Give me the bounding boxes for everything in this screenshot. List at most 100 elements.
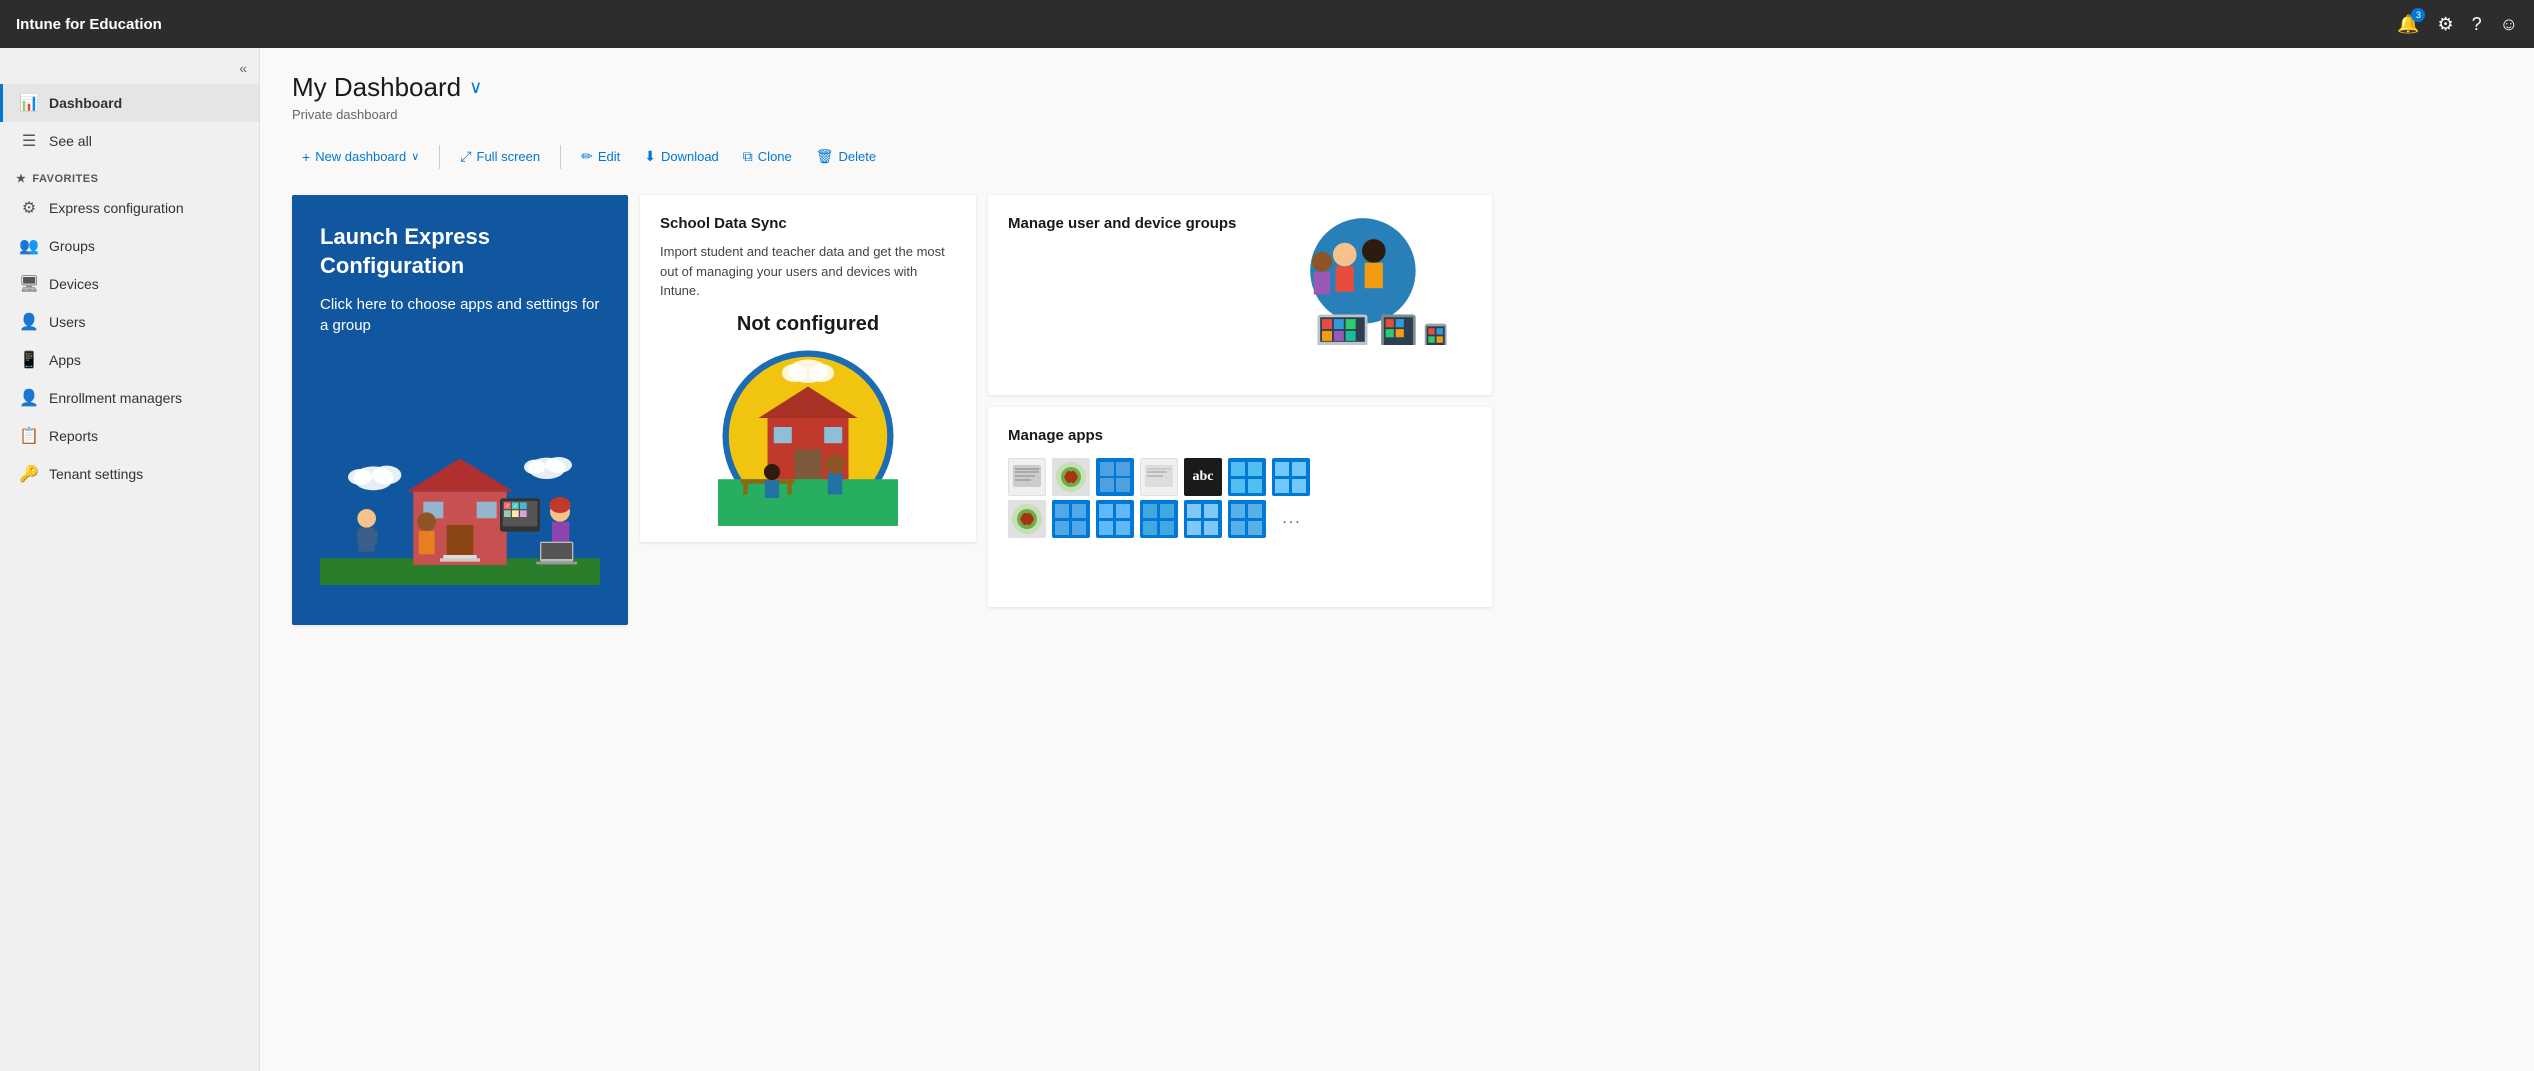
topbar-icons: 🔔 3 ⚙ ? ☺	[2397, 14, 2518, 35]
app-tile-6	[1228, 458, 1266, 496]
sidebar-item-groups-label: Groups	[49, 238, 95, 254]
download-label: Download	[661, 149, 719, 164]
clone-icon: ⧉	[743, 148, 753, 165]
app-tile-5: abc	[1184, 458, 1222, 496]
clone-label: Clone	[758, 149, 792, 164]
sidebar-item-enrollment[interactable]: 👤 Enrollment managers	[0, 379, 259, 417]
feedback-icon[interactable]: ☺	[2500, 14, 2518, 35]
sidebar-item-express-label: Express configuration	[49, 200, 184, 216]
new-dashboard-label: New dashboard	[315, 149, 406, 164]
sidebar-collapse-row: «	[0, 56, 259, 84]
svg-text:✓: ✓	[505, 504, 509, 510]
sidebar-item-tenant-label: Tenant settings	[49, 466, 143, 482]
sidebar-item-see-all-label: See all	[49, 133, 92, 149]
apps-icon: 📱	[19, 350, 39, 370]
launch-express-title: Launch Express Configuration	[320, 223, 600, 280]
page-header: My Dashboard ∨ Private dashboard	[292, 72, 2502, 122]
sidebar-item-users[interactable]: 👤 Users	[0, 303, 259, 341]
app-tile-4	[1140, 458, 1178, 496]
devices-icon: 🖥	[19, 274, 39, 294]
express-config-icon: ⚙	[19, 198, 39, 218]
full-screen-label: Full screen	[477, 149, 541, 164]
download-button[interactable]: ⬇ Download	[634, 142, 729, 171]
middle-column: School Data Sync Import student and teac…	[640, 195, 976, 625]
sidebar-item-apps[interactable]: 📱 Apps	[0, 341, 259, 379]
new-dashboard-chevron-icon: ∨	[411, 150, 419, 163]
delete-button[interactable]: 🗑 Delete	[806, 142, 886, 171]
sidebar: « 📊 Dashboard ☰ See all ★ FAVORITES ⚙ Ex…	[0, 48, 260, 1071]
dashboard-grid: Launch Express Configuration Click here …	[292, 195, 1492, 625]
launch-express-card[interactable]: Launch Express Configuration Click here …	[292, 195, 628, 625]
page-title-row: My Dashboard ∨	[292, 72, 2502, 103]
page-title-chevron-icon[interactable]: ∨	[469, 77, 482, 98]
manage-groups-title: Manage user and device groups	[1008, 215, 1272, 232]
app-tile-9	[1008, 500, 1046, 538]
star-icon: ★	[16, 172, 26, 185]
school-sync-svg	[718, 346, 898, 526]
topbar: Intune for Education 🔔 3 ⚙ ? ☺	[0, 0, 2534, 48]
app-tile-7	[1272, 458, 1310, 496]
toolbar-divider-1	[439, 145, 440, 169]
sidebar-item-dashboard-label: Dashboard	[49, 95, 122, 111]
sidebar-item-tenant-settings[interactable]: 🔑 Tenant settings	[0, 455, 259, 493]
right-column: Manage user and device groups	[988, 195, 1492, 625]
users-icon: 👤	[19, 312, 39, 332]
school-data-sync-card[interactable]: School Data Sync Import student and teac…	[640, 195, 976, 542]
page-title: My Dashboard	[292, 72, 461, 103]
sidebar-item-devices-label: Devices	[49, 276, 99, 292]
collapse-button[interactable]: «	[239, 60, 247, 76]
svg-text:✓: ✓	[513, 504, 517, 510]
see-all-icon: ☰	[19, 131, 39, 151]
manage-groups-svg	[1272, 215, 1472, 345]
dashboard-icon: 📊	[19, 93, 39, 113]
page-subtitle: Private dashboard	[292, 107, 2502, 122]
sidebar-item-dashboard[interactable]: 📊 Dashboard	[0, 84, 259, 122]
sidebar-item-reports-label: Reports	[49, 428, 98, 444]
download-icon: ⬇	[644, 148, 656, 165]
app-tile-3	[1096, 458, 1134, 496]
app-tile-13	[1184, 500, 1222, 538]
settings-icon[interactable]: ⚙	[2437, 14, 2453, 35]
sidebar-item-users-label: Users	[49, 314, 86, 330]
reports-icon: 📋	[19, 426, 39, 446]
sidebar-item-devices[interactable]: 🖥 Devices	[0, 265, 259, 303]
clone-button[interactable]: ⧉ Clone	[733, 142, 802, 171]
edit-button[interactable]: ✏ Edit	[571, 142, 630, 171]
sidebar-item-express-config[interactable]: ⚙ Express configuration	[0, 189, 259, 227]
manage-groups-card[interactable]: Manage user and device groups	[988, 195, 1492, 395]
not-configured-label: Not configured	[660, 313, 956, 336]
notifications-icon[interactable]: 🔔 3	[2397, 14, 2419, 35]
layout: « 📊 Dashboard ☰ See all ★ FAVORITES ⚙ Ex…	[0, 48, 2534, 1071]
main-content: My Dashboard ∨ Private dashboard + New d…	[260, 48, 2534, 1071]
tenant-settings-icon: 🔑	[19, 464, 39, 484]
app-tile-14	[1228, 500, 1266, 538]
app-tile-12	[1140, 500, 1178, 538]
edit-label: Edit	[598, 149, 620, 164]
help-icon[interactable]: ?	[2472, 14, 2482, 35]
school-sync-desc: Import student and teacher data and get …	[660, 242, 956, 301]
app-tile-10	[1052, 500, 1090, 538]
manage-apps-title: Manage apps	[1008, 427, 1472, 444]
delete-label: Delete	[839, 149, 877, 164]
full-screen-button[interactable]: ⤢ Full screen	[450, 142, 550, 171]
new-dashboard-button[interactable]: + New dashboard ∨	[292, 143, 429, 171]
app-more-dots: ...	[1272, 510, 1312, 528]
delete-icon: 🗑	[816, 148, 834, 165]
app-title: Intune for Education	[16, 16, 162, 33]
sidebar-item-reports[interactable]: 📋 Reports	[0, 417, 259, 455]
groups-icon: 👥	[19, 236, 39, 256]
toolbar-divider-2	[560, 145, 561, 169]
notification-badge: 3	[2411, 8, 2425, 22]
school-sync-illustration	[660, 346, 956, 526]
sidebar-item-see-all[interactable]: ☰ See all	[0, 122, 259, 160]
sidebar-item-apps-label: Apps	[49, 352, 81, 368]
launch-express-illustration: ✓ ✓	[320, 336, 600, 625]
plus-icon: +	[302, 149, 310, 165]
enrollment-icon: 👤	[19, 388, 39, 408]
favorites-section: ★ FAVORITES	[0, 160, 259, 189]
fullscreen-icon: ⤢	[460, 148, 471, 165]
manage-apps-card[interactable]: Manage apps	[988, 407, 1492, 607]
express-config-svg: ✓ ✓	[320, 385, 600, 625]
sidebar-item-groups[interactable]: 👥 Groups	[0, 227, 259, 265]
app-tile-2	[1052, 458, 1090, 496]
